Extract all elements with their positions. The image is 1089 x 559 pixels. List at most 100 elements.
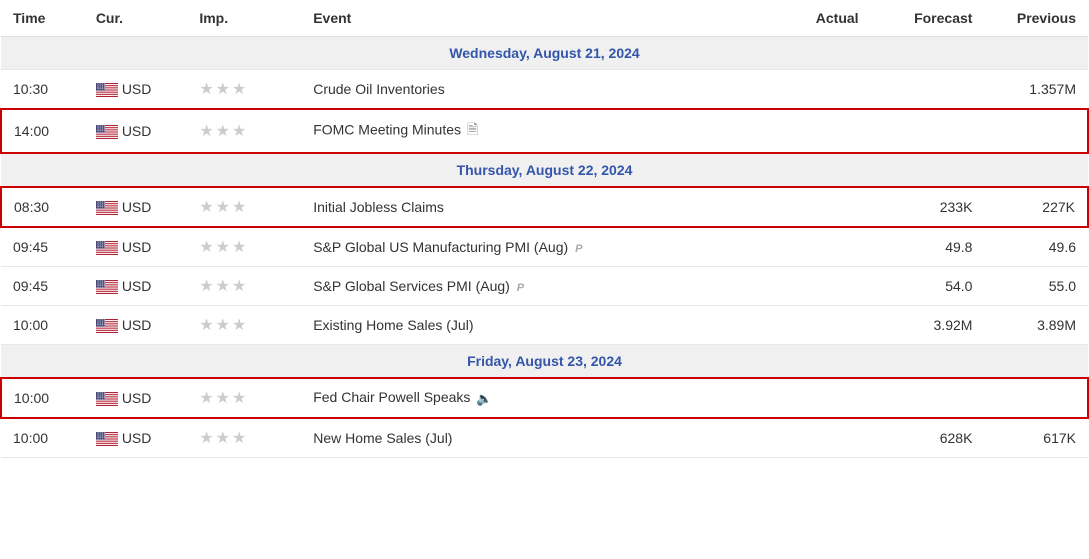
currency-code: USD bbox=[122, 123, 152, 139]
col-header-event: Event bbox=[301, 0, 777, 37]
importance-star: ★ bbox=[216, 79, 230, 99]
event-previous bbox=[984, 109, 1088, 153]
svg-text:★: ★ bbox=[103, 325, 104, 327]
col-header-cur: Cur. bbox=[84, 0, 188, 37]
event-time: 09:45 bbox=[1, 227, 84, 267]
event-name: S&P Global US Manufacturing PMI (Aug) P bbox=[301, 227, 777, 267]
col-header-imp: Imp. bbox=[187, 0, 301, 37]
importance-star: ★ bbox=[199, 197, 213, 217]
event-time: 09:45 bbox=[1, 267, 84, 306]
table-row[interactable]: 10:00 ★★★★★★★★★★★★★★★★★★★★★★★★★★★★★★★★ U… bbox=[1, 378, 1088, 418]
event-forecast: 233K bbox=[871, 187, 985, 227]
event-importance: ★★★ bbox=[187, 187, 301, 227]
table-row[interactable]: 08:30 ★★★★★★★★★★★★★★★★★★★★★★★★★★★★★★★★ U… bbox=[1, 187, 1088, 227]
importance-star: ★ bbox=[232, 237, 246, 257]
currency-code: USD bbox=[122, 390, 152, 406]
importance-star: ★ bbox=[216, 121, 230, 141]
preliminary-badge: P bbox=[575, 243, 582, 255]
event-currency: ★★★★★★★★★★★★★★★★★★★★★★★★★★★★★★★★ USD bbox=[84, 418, 188, 458]
event-name: S&P Global Services PMI (Aug) P bbox=[301, 267, 777, 306]
col-header-time: Time bbox=[1, 0, 84, 37]
importance-star: ★ bbox=[232, 121, 246, 141]
event-forecast bbox=[871, 70, 985, 110]
section-header-row: Thursday, August 22, 2024 bbox=[1, 153, 1088, 187]
svg-text:★: ★ bbox=[103, 89, 104, 91]
event-currency: ★★★★★★★★★★★★★★★★★★★★★★★★★★★★★★★★ USD bbox=[84, 70, 188, 110]
event-currency: ★★★★★★★★★★★★★★★★★★★★★★★★★★★★★★★★ USD bbox=[84, 378, 188, 418]
table-row[interactable]: 09:45 ★★★★★★★★★★★★★★★★★★★★★★★★★★★★★★★★ U… bbox=[1, 267, 1088, 306]
currency-code: USD bbox=[122, 199, 152, 215]
event-name: Existing Home Sales (Jul) bbox=[301, 306, 777, 345]
event-previous: 3.89M bbox=[984, 306, 1088, 345]
event-previous: 49.6 bbox=[984, 227, 1088, 267]
event-importance: ★★★ bbox=[187, 418, 301, 458]
importance-star: ★ bbox=[199, 428, 213, 448]
importance-star: ★ bbox=[216, 428, 230, 448]
importance-star: ★ bbox=[232, 276, 246, 296]
col-header-actual: Actual bbox=[777, 0, 870, 37]
importance-star: ★ bbox=[199, 315, 213, 335]
importance-star: ★ bbox=[232, 428, 246, 448]
importance-star: ★ bbox=[199, 121, 213, 141]
importance-star: ★ bbox=[232, 315, 246, 335]
event-name: New Home Sales (Jul) bbox=[301, 418, 777, 458]
event-forecast bbox=[871, 109, 985, 153]
event-forecast: 49.8 bbox=[871, 227, 985, 267]
importance-star: ★ bbox=[216, 197, 230, 217]
event-currency: ★★★★★★★★★★★★★★★★★★★★★★★★★★★★★★★★ USD bbox=[84, 267, 188, 306]
importance-star: ★ bbox=[199, 388, 213, 408]
section-header-row: Wednesday, August 21, 2024 bbox=[1, 37, 1088, 70]
importance-star: ★ bbox=[216, 388, 230, 408]
event-actual bbox=[777, 378, 870, 418]
event-previous: 227K bbox=[984, 187, 1088, 227]
event-importance: ★★★ bbox=[187, 378, 301, 418]
svg-text:★: ★ bbox=[103, 398, 104, 400]
event-importance: ★★★ bbox=[187, 227, 301, 267]
event-time: 10:00 bbox=[1, 418, 84, 458]
section-date: Friday, August 23, 2024 bbox=[1, 345, 1088, 379]
event-actual bbox=[777, 70, 870, 110]
event-time: 10:00 bbox=[1, 306, 84, 345]
svg-text:★: ★ bbox=[103, 438, 104, 440]
event-previous: 617K bbox=[984, 418, 1088, 458]
event-actual bbox=[777, 227, 870, 267]
importance-star: ★ bbox=[216, 237, 230, 257]
importance-star: ★ bbox=[232, 79, 246, 99]
event-currency: ★★★★★★★★★★★★★★★★★★★★★★★★★★★★★★★★ USD bbox=[84, 109, 188, 153]
event-forecast: 54.0 bbox=[871, 267, 985, 306]
event-importance: ★★★ bbox=[187, 70, 301, 110]
event-actual bbox=[777, 267, 870, 306]
col-header-forecast: Forecast bbox=[871, 0, 985, 37]
currency-code: USD bbox=[122, 81, 152, 97]
event-importance: ★★★ bbox=[187, 109, 301, 153]
document-icon: 🗎 bbox=[467, 119, 478, 143]
table-row[interactable]: 10:30 ★★★★★★★★★★★★★★★★★★★★★★★★★★★★★★★★ U… bbox=[1, 70, 1088, 110]
event-importance: ★★★ bbox=[187, 267, 301, 306]
importance-star: ★ bbox=[232, 197, 246, 217]
col-header-previous: Previous bbox=[984, 0, 1088, 37]
event-currency: ★★★★★★★★★★★★★★★★★★★★★★★★★★★★★★★★ USD bbox=[84, 187, 188, 227]
importance-star: ★ bbox=[199, 79, 213, 99]
svg-text:★: ★ bbox=[103, 247, 104, 249]
table-row[interactable]: 10:00 ★★★★★★★★★★★★★★★★★★★★★★★★★★★★★★★★ U… bbox=[1, 418, 1088, 458]
event-time: 08:30 bbox=[1, 187, 84, 227]
svg-text:★: ★ bbox=[103, 131, 104, 133]
event-actual bbox=[777, 418, 870, 458]
event-name: Crude Oil Inventories bbox=[301, 70, 777, 110]
table-row[interactable]: 10:00 ★★★★★★★★★★★★★★★★★★★★★★★★★★★★★★★★ U… bbox=[1, 306, 1088, 345]
importance-star: ★ bbox=[216, 315, 230, 335]
section-date: Wednesday, August 21, 2024 bbox=[1, 37, 1088, 70]
preliminary-badge: P bbox=[517, 282, 524, 294]
svg-text:★: ★ bbox=[103, 207, 104, 209]
section-header-row: Friday, August 23, 2024 bbox=[1, 345, 1088, 379]
currency-code: USD bbox=[122, 317, 152, 333]
event-forecast: 3.92M bbox=[871, 306, 985, 345]
event-forecast bbox=[871, 378, 985, 418]
event-name: FOMC Meeting Minutes🗎 bbox=[301, 109, 777, 153]
event-time: 14:00 bbox=[1, 109, 84, 153]
table-row[interactable]: 09:45 ★★★★★★★★★★★★★★★★★★★★★★★★★★★★★★★★ U… bbox=[1, 227, 1088, 267]
currency-code: USD bbox=[122, 430, 152, 446]
importance-star: ★ bbox=[199, 276, 213, 296]
event-currency: ★★★★★★★★★★★★★★★★★★★★★★★★★★★★★★★★ USD bbox=[84, 306, 188, 345]
table-row[interactable]: 14:00 ★★★★★★★★★★★★★★★★★★★★★★★★★★★★★★★★ U… bbox=[1, 109, 1088, 153]
